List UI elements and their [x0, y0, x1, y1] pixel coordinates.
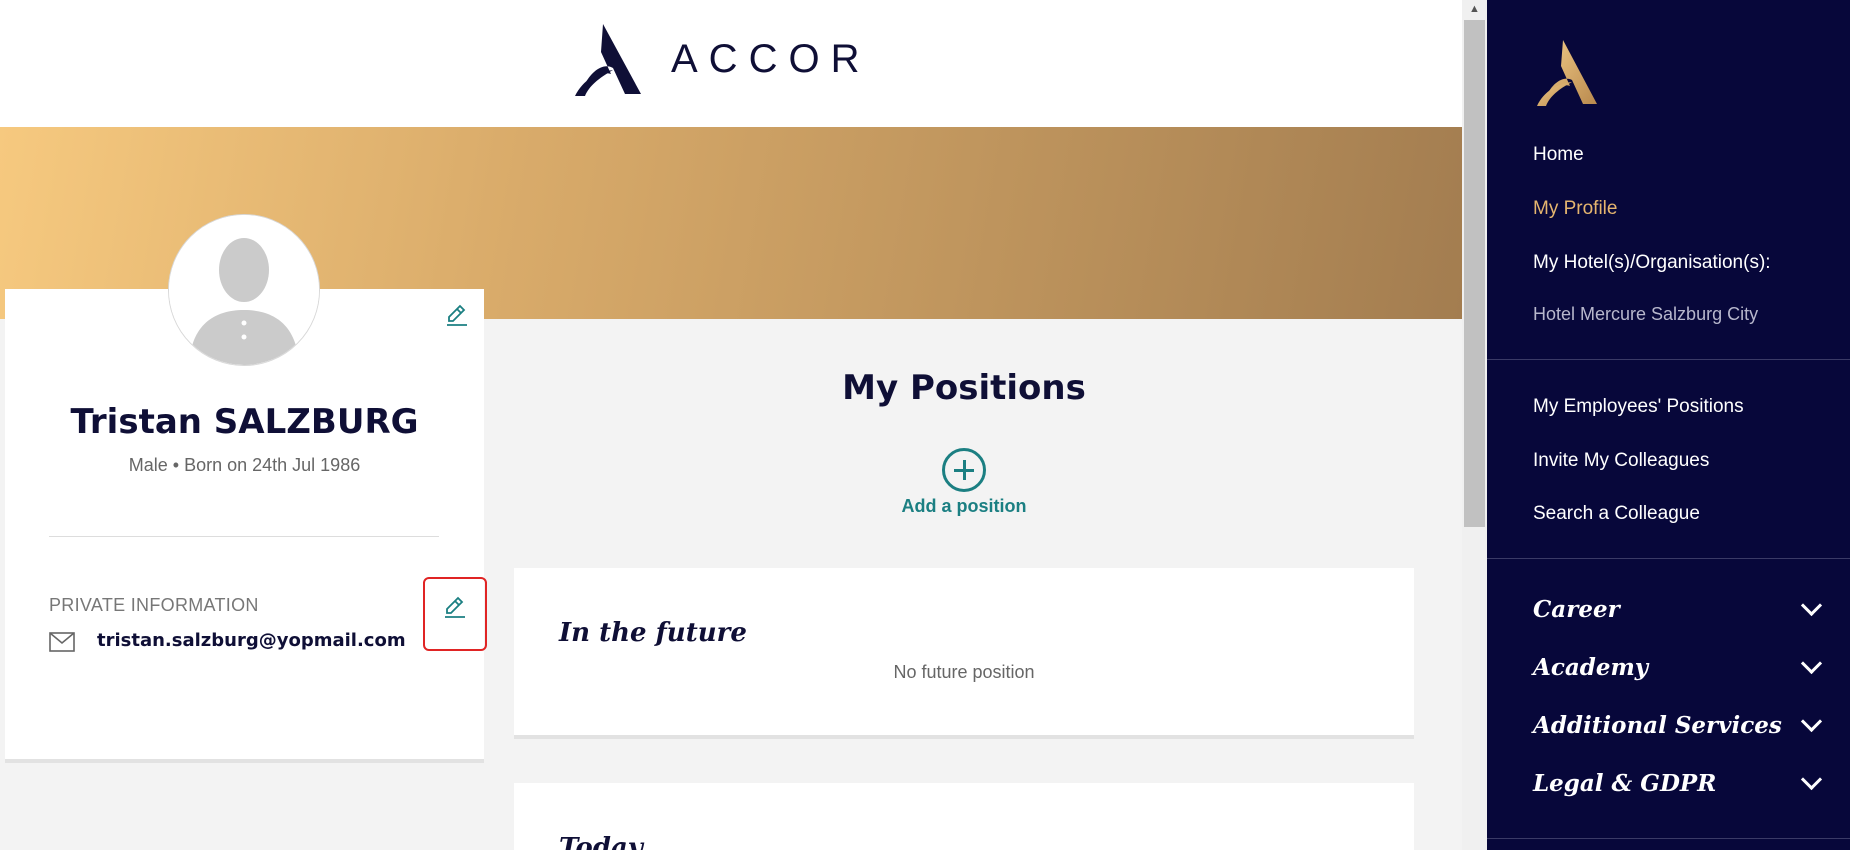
brand-wordmark: ACCOR — [671, 37, 871, 81]
sidebar: Home My Profile My Hotel(s)/Organisation… — [1487, 0, 1850, 850]
sidebar-section-academy[interactable]: Academy — [1533, 652, 1823, 681]
plus-circle-icon — [942, 448, 986, 492]
mail-icon — [49, 632, 75, 657]
sidebar-section-additional-services[interactable]: Additional Services — [1533, 710, 1823, 739]
chevron-down-icon — [1800, 710, 1823, 733]
sidebar-item-search-colleague[interactable]: Search a Colleague — [1533, 503, 1700, 525]
private-info-title: PRIVATE INFORMATION — [49, 595, 259, 615]
pencil-icon — [445, 596, 465, 618]
sidebar-item-invite-colleagues[interactable]: Invite My Colleagues — [1533, 450, 1709, 472]
sidebar-divider — [1487, 558, 1850, 559]
sidebar-divider — [1487, 838, 1850, 839]
sidebar-item-my-hotels[interactable]: My Hotel(s)/Organisation(s): — [1533, 252, 1771, 274]
profile-email: tristan.salzburg@yopmail.com — [97, 630, 406, 651]
profile-name: Tristan SALZBURG — [70, 402, 419, 442]
scroll-up-arrow-icon[interactable]: ▲ — [1462, 0, 1487, 18]
sidebar-item-my-profile[interactable]: My Profile — [1533, 198, 1617, 220]
chevron-down-icon — [1800, 652, 1823, 675]
main-content: ACCOR Tristan SALZBURG Male • Born on 24… — [0, 0, 1462, 850]
section-label: Legal & GDPR — [1533, 770, 1717, 797]
future-positions-card: In the future No future position — [514, 568, 1414, 739]
profile-meta: Male • Born on 24th Jul 1986 — [128, 455, 361, 475]
section-label: Career — [1533, 596, 1620, 623]
today-positions-card: Today — [514, 783, 1414, 850]
today-title: Today — [559, 833, 643, 850]
edit-private-info-button[interactable] — [423, 577, 487, 651]
sidebar-logo-icon[interactable] — [1535, 38, 1599, 113]
chevron-down-icon — [1800, 594, 1823, 617]
add-position-label: Add a position — [901, 496, 1027, 516]
positions-title: My Positions — [842, 368, 1086, 408]
sidebar-item-home[interactable]: Home — [1533, 144, 1584, 166]
sidebar-divider — [1487, 359, 1850, 360]
section-label: Additional Services — [1533, 712, 1782, 739]
default-user-icon — [169, 215, 319, 365]
add-position-button[interactable]: Add a position — [893, 448, 1035, 517]
sidebar-section-career[interactable]: Career — [1533, 594, 1823, 623]
sidebar-section-legal-gdpr[interactable]: Legal & GDPR — [1533, 768, 1823, 797]
future-empty-text: No future position — [893, 662, 1035, 682]
section-label: Academy — [1533, 654, 1649, 681]
pencil-icon — [447, 304, 467, 326]
page-scrollbar[interactable]: ▲ — [1462, 0, 1487, 850]
accor-mark-icon — [575, 24, 641, 96]
edit-profile-button[interactable] — [445, 303, 469, 332]
top-header: ACCOR — [0, 0, 1462, 127]
chevron-down-icon — [1800, 768, 1823, 791]
avatar[interactable] — [168, 214, 320, 366]
sidebar-item-hotel-mercure[interactable]: Hotel Mercure Salzburg City — [1533, 304, 1758, 325]
sidebar-item-employees-positions[interactable]: My Employees' Positions — [1533, 396, 1744, 418]
future-title: In the future — [559, 618, 747, 648]
scroll-thumb[interactable] — [1464, 20, 1485, 527]
accor-logo[interactable]: ACCOR — [573, 22, 870, 97]
profile-divider — [49, 536, 439, 537]
